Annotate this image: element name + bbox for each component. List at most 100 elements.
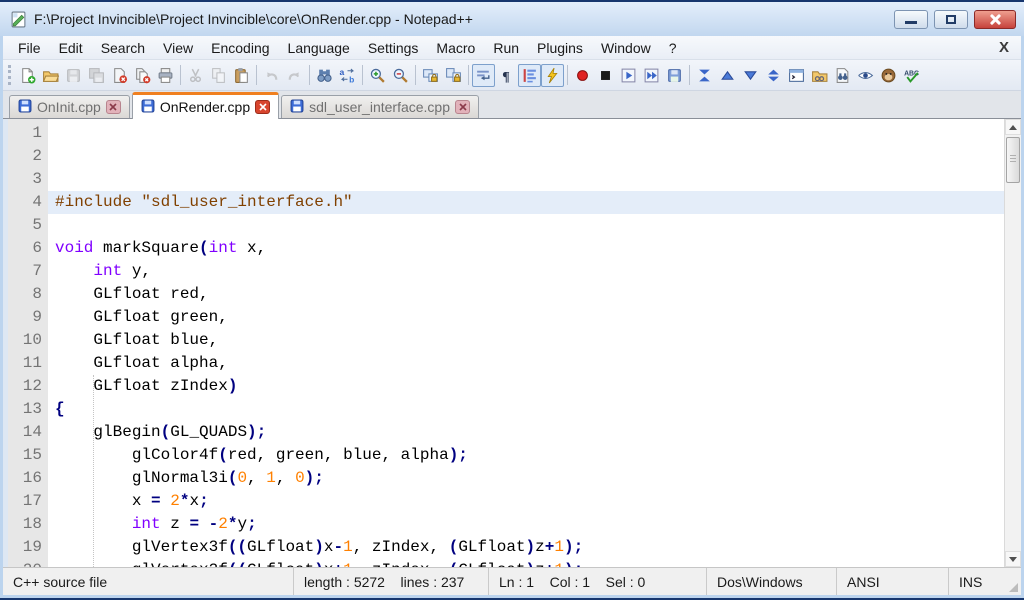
code-line[interactable]: GLfloat zIndex)	[48, 375, 1004, 398]
scroll-down-button[interactable]	[1005, 551, 1021, 567]
code-line[interactable]: GLfloat alpha,	[48, 352, 1004, 375]
code-line[interactable]: int z = -2*y;	[48, 513, 1004, 536]
undo-icon	[263, 67, 280, 84]
restore-button[interactable]	[934, 10, 968, 29]
code-line[interactable]: {	[48, 398, 1004, 421]
code-line[interactable]: glColor4f(red, green, blue, alpha);	[48, 444, 1004, 467]
close-button[interactable]	[974, 10, 1016, 29]
code-line[interactable]: int y,	[48, 260, 1004, 283]
toolbar-collapse-level-button[interactable]	[716, 64, 739, 87]
status-cursor-position: Ln : 1 Col : 1 Sel : 0	[489, 568, 707, 595]
code-line[interactable]: GLfloat red,	[48, 283, 1004, 306]
tab-oninit-cpp[interactable]: OnInit.cpp	[9, 95, 130, 118]
toolbar-copy-button[interactable]	[207, 64, 230, 87]
toolbar-macro-playback-button[interactable]	[617, 64, 640, 87]
toolbar-uncollapse-level-button[interactable]	[739, 64, 762, 87]
toolbar-macro-save-button[interactable]	[663, 64, 686, 87]
line-number: 17	[8, 490, 42, 513]
save-all-icon	[88, 67, 105, 84]
menu-item-encoding[interactable]: Encoding	[202, 38, 278, 58]
toolbar-sync-horizontal-scroll-button[interactable]	[442, 64, 465, 87]
toolbar-monkey-plugin-button[interactable]	[877, 64, 900, 87]
toolbar-spell-check-button[interactable]: ABC	[900, 64, 923, 87]
toolbar-close-file-button[interactable]	[108, 64, 131, 87]
code-line[interactable]	[48, 214, 1004, 237]
toolbar-console-window-button[interactable]	[785, 64, 808, 87]
toolbar-new-file-button[interactable]	[16, 64, 39, 87]
scroll-up-button[interactable]	[1005, 119, 1021, 135]
minimize-button[interactable]	[894, 10, 928, 29]
code-area[interactable]: #include "sdl_user_interface.h"void mark…	[48, 119, 1004, 567]
toolbar-zoom-in-button[interactable]	[366, 64, 389, 87]
menu-item-search[interactable]: Search	[92, 38, 154, 58]
window-controls	[894, 10, 1016, 29]
code-line[interactable]: glBegin(GL_QUADS);	[48, 421, 1004, 444]
menu-item-file[interactable]: File	[9, 38, 50, 58]
toolbar-cut-button[interactable]	[184, 64, 207, 87]
doc-close-button[interactable]: X	[999, 39, 1009, 56]
toolbar-macro-stop-button[interactable]	[594, 64, 617, 87]
toolbar-redo-button[interactable]	[283, 64, 306, 87]
toolbar-fold-all-button[interactable]	[693, 64, 716, 87]
line-number: 16	[8, 467, 42, 490]
code-line[interactable]: GLfloat blue,	[48, 329, 1004, 352]
code-line[interactable]: void markSquare(int x,	[48, 237, 1004, 260]
scrollbar-track[interactable]	[1005, 185, 1021, 551]
svg-text:a: a	[340, 67, 345, 77]
toolbar-show-all-characters-button[interactable]: ¶	[495, 64, 518, 87]
menu-item-run[interactable]: Run	[484, 38, 528, 58]
menu-item-help[interactable]: ?	[660, 38, 686, 58]
toolbar-unfold-all-button[interactable]	[762, 64, 785, 87]
tab-sdl-user-interface-cpp[interactable]: sdl_user_interface.cpp	[281, 95, 479, 118]
menu-item-settings[interactable]: Settings	[359, 38, 428, 58]
code-line[interactable]: GLfloat green,	[48, 306, 1004, 329]
save-state-icon	[141, 99, 155, 116]
tab-onrender-cpp[interactable]: OnRender.cpp	[132, 92, 279, 119]
toolbar-undo-button[interactable]	[260, 64, 283, 87]
editor[interactable]: 1234567891011121314151617181920 #include…	[3, 119, 1021, 567]
toolbar-close-all-files-button[interactable]	[131, 64, 154, 87]
title-bar[interactable]: F:\Project Invincible\Project Invincible…	[0, 2, 1024, 36]
menu-item-view[interactable]: View	[154, 38, 202, 58]
toolbar-macro-record-button[interactable]	[571, 64, 594, 87]
toolbar-grip[interactable]	[8, 65, 11, 85]
code-line[interactable]: x = 2*x;	[48, 490, 1004, 513]
indent-guide	[93, 375, 94, 567]
menu-item-plugins[interactable]: Plugins	[528, 38, 592, 58]
toolbar-linked-folder-button[interactable]	[808, 64, 831, 87]
toolbar-eye-preview-button[interactable]	[854, 64, 877, 87]
toolbar-save-all-button[interactable]	[85, 64, 108, 87]
tab-close-icon[interactable]	[455, 100, 470, 114]
line-number: 6	[8, 237, 42, 260]
toolbar-open-file-button[interactable]	[39, 64, 62, 87]
toolbar-separator	[415, 65, 416, 85]
vertical-scrollbar[interactable]	[1004, 119, 1021, 567]
resize-grip[interactable]	[1007, 568, 1021, 595]
menu-item-language[interactable]: Language	[279, 38, 359, 58]
toolbar-print-button[interactable]	[154, 64, 177, 87]
toolbar-word-wrap-button[interactable]	[472, 64, 495, 87]
toolbar-find-button[interactable]	[313, 64, 336, 87]
tab-close-icon[interactable]	[255, 100, 270, 114]
collapse-level-icon	[719, 67, 736, 84]
toolbar-zoom-out-button[interactable]	[389, 64, 412, 87]
code-line[interactable]: glNormal3i(0, 1, 0);	[48, 467, 1004, 490]
toolbar-sync-vertical-scroll-button[interactable]	[419, 64, 442, 87]
toolbar-document-binoculars-button[interactable]	[831, 64, 854, 87]
tab-close-icon[interactable]	[106, 100, 121, 114]
toolbar-show-indent-guide-button[interactable]	[518, 64, 541, 87]
toolbar-lightning-button[interactable]	[541, 64, 564, 87]
code-line[interactable]: glVertex3f((GLfloat)x+1, zIndex, (GLfloa…	[48, 559, 1004, 567]
menu-item-macro[interactable]: Macro	[427, 38, 484, 58]
toolbar-paste-button[interactable]	[230, 64, 253, 87]
toolbar-separator	[468, 65, 469, 85]
code-line[interactable]: #include "sdl_user_interface.h"	[48, 191, 1004, 214]
code-line[interactable]: glVertex3f((GLfloat)x-1, zIndex, (GLfloa…	[48, 536, 1004, 559]
menu-item-window[interactable]: Window	[592, 38, 660, 58]
close-file-icon	[111, 67, 128, 84]
toolbar-macro-run-multiple-button[interactable]	[640, 64, 663, 87]
menu-item-edit[interactable]: Edit	[50, 38, 92, 58]
toolbar-save-button[interactable]	[62, 64, 85, 87]
scrollbar-thumb[interactable]	[1006, 137, 1020, 183]
toolbar-replace-button[interactable]: ab	[336, 64, 359, 87]
